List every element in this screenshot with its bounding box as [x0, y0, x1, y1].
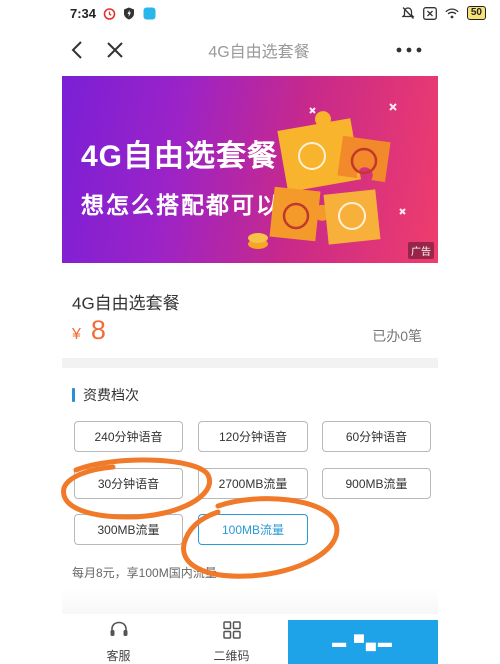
option-2700mb[interactable]: 2700MB流量	[198, 468, 308, 499]
next-section-faded	[62, 588, 438, 614]
section-divider	[62, 358, 438, 368]
plan-price: ¥ 8	[72, 315, 106, 346]
page-title: 4G自由选套餐	[208, 44, 310, 61]
option-60min[interactable]: 60分钟语音	[322, 421, 431, 452]
price-amount: 8	[90, 315, 106, 345]
status-time: 7:34	[70, 5, 97, 21]
alarm-icon	[102, 6, 116, 20]
order-button[interactable]: ▬ ▀▄▬	[288, 620, 438, 664]
headset-icon	[109, 621, 129, 644]
option-900mb[interactable]: 900MB流量	[322, 468, 431, 499]
close-box-icon	[422, 6, 437, 20]
app-icon	[142, 6, 156, 20]
promo-banner[interactable]: 4G自由选套餐 想怎么搭配都可以 广告	[62, 76, 438, 263]
customer-service-tab[interactable]: 客服	[62, 620, 175, 664]
wifi-icon	[445, 6, 459, 20]
sold-count: 已办0笔	[372, 328, 422, 344]
qr-code-icon	[222, 620, 241, 644]
customer-service-label: 客服	[106, 648, 131, 663]
more-icon[interactable]	[388, 35, 430, 65]
plan-description: 每月8元，享100M国内流量	[72, 566, 217, 580]
option-300mb[interactable]: 300MB流量	[74, 514, 183, 545]
bottom-action-bar: 客服 二维码 ▬ ▀▄▬	[62, 620, 438, 664]
plan-info: 4G自由选套餐 ¥ 8 已办0笔	[62, 280, 438, 345]
price-currency: ¥	[72, 326, 81, 343]
close-icon[interactable]	[100, 35, 130, 65]
ad-badge: 广告	[408, 242, 434, 259]
option-120min[interactable]: 120分钟语音	[198, 421, 308, 452]
battery-indicator: 50	[466, 6, 486, 20]
mute-icon	[401, 6, 415, 20]
back-icon[interactable]	[62, 35, 92, 65]
section-title: 资费档次	[83, 387, 139, 403]
puzzle-illustration	[248, 103, 406, 249]
qr-code-tab[interactable]: 二维码	[175, 620, 288, 664]
nav-bar: 4G自由选套餐	[62, 30, 438, 70]
qr-code-label: 二维码	[213, 648, 250, 663]
plan-name: 4G自由选套餐	[72, 294, 180, 313]
section-marker	[72, 388, 75, 402]
shield-icon	[122, 6, 136, 20]
status-bar: 7:34 50	[0, 0, 500, 26]
option-240min[interactable]: 240分钟语音	[74, 421, 183, 452]
option-30min[interactable]: 30分钟语音	[74, 468, 183, 499]
tariff-section-header: 资费档次	[72, 385, 139, 405]
option-100mb[interactable]: 100MB流量	[198, 514, 308, 545]
order-button-label: ▬ ▀▄▬	[332, 634, 394, 650]
